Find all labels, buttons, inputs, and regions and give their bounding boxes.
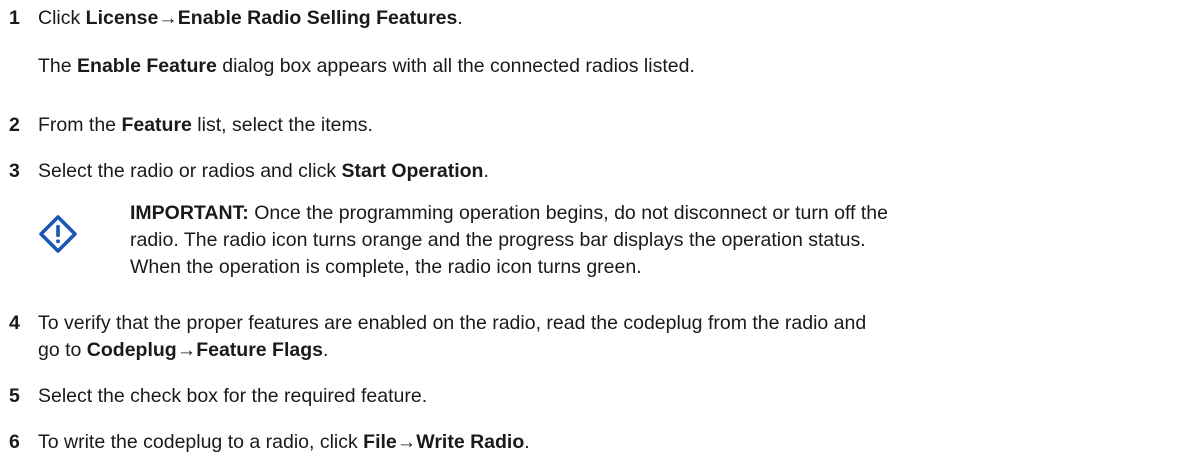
dialog-name: Enable Feature bbox=[77, 55, 217, 77]
start-operation-label: Start Operation bbox=[341, 160, 484, 182]
feature-list-name: Feature bbox=[121, 114, 192, 136]
step-number: 3 bbox=[9, 160, 20, 182]
step-instruction: Click License→Enable Radio Selling Featu… bbox=[38, 7, 463, 29]
menu-item-enable-radio-selling-features: Enable Radio Selling Features bbox=[177, 7, 458, 29]
step-instruction: Select the check box for the required fe… bbox=[38, 385, 428, 407]
step-result-text: The Enable Feature dialog box appears wi… bbox=[38, 55, 695, 77]
step-number: 1 bbox=[9, 7, 20, 29]
menu-file: File bbox=[363, 431, 397, 453]
menu-codeplug: Codeplug bbox=[86, 339, 177, 361]
step-number: 6 bbox=[9, 431, 20, 453]
important-note-text: IMPORTANT: Once the programming operatio… bbox=[130, 202, 888, 278]
important-icon bbox=[39, 215, 77, 253]
menu-license: License bbox=[85, 7, 159, 29]
step-number: 2 bbox=[9, 114, 20, 136]
step-instruction: From the Feature list, select the items. bbox=[38, 114, 373, 136]
step-number: 5 bbox=[9, 385, 20, 407]
step-instruction: Select the radio or radios and click Sta… bbox=[38, 160, 489, 182]
step-instruction-line-2: go to Codeplug→Feature Flags. bbox=[38, 339, 329, 361]
step-instruction: To write the codeplug to a radio, click … bbox=[38, 431, 530, 453]
important-label: IMPORTANT: bbox=[130, 202, 249, 224]
step-instruction-line-1: To verify that the proper features are e… bbox=[38, 312, 867, 334]
step-number: 4 bbox=[9, 312, 20, 334]
menu-item-write-radio: Write Radio bbox=[416, 431, 525, 453]
menu-item-feature-flags: Feature Flags bbox=[196, 339, 323, 361]
